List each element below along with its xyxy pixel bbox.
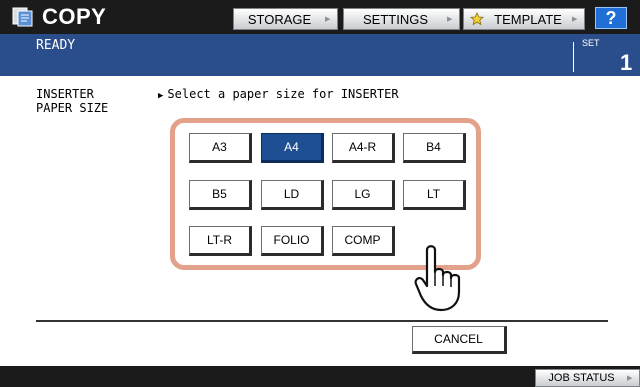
set-value: 1 xyxy=(620,50,633,75)
size-button-comp[interactable]: COMP xyxy=(332,226,395,256)
storage-button[interactable]: STORAGE ▶ xyxy=(233,8,338,30)
chevron-right-icon: ▶ xyxy=(572,16,578,23)
cancel-button[interactable]: CANCEL xyxy=(412,326,507,354)
settings-button-label: SETTINGS xyxy=(362,11,428,27)
settings-button[interactable]: SETTINGS ▶ xyxy=(343,8,460,30)
triangle-right-icon: ▶ xyxy=(158,91,164,101)
field-label-line2: PAPER SIZE xyxy=(36,101,109,115)
app-title: COPY xyxy=(42,4,107,29)
help-button[interactable]: ? xyxy=(595,7,627,29)
divider xyxy=(573,42,574,72)
size-button-b4[interactable]: B4 xyxy=(403,133,466,163)
chevron-right-icon: ▶ xyxy=(627,375,633,382)
size-button-a4-r[interactable]: A4-R xyxy=(332,133,395,163)
size-button-b5[interactable]: B5 xyxy=(189,180,252,210)
divider-line xyxy=(36,320,608,322)
set-label: SET xyxy=(582,38,600,48)
size-button-lt-r[interactable]: LT-R xyxy=(189,226,252,256)
status-bar: READY SET 1 xyxy=(0,34,640,76)
size-button-lg[interactable]: LG xyxy=(332,180,395,210)
pointer-hand-icon xyxy=(414,245,461,312)
field-label-line1: INSERTER xyxy=(36,87,94,101)
star-icon xyxy=(470,12,484,26)
template-button[interactable]: TEMPLATE ▶ xyxy=(463,8,585,30)
chevron-right-icon: ▶ xyxy=(447,16,453,23)
size-button-a4[interactable]: A4 xyxy=(261,133,324,163)
size-button-folio[interactable]: FOLIO xyxy=(261,226,324,256)
chevron-right-icon: ▶ xyxy=(325,16,331,23)
size-button-lt[interactable]: LT xyxy=(403,180,466,210)
field-label: INSERTER PAPER SIZE xyxy=(36,87,108,115)
job-status-button[interactable]: JOB STATUS ▶ xyxy=(535,369,640,387)
template-button-label: TEMPLATE xyxy=(494,11,562,27)
top-bar: COPY STORAGE ▶ SETTINGS ▶ TEMPLATE ▶ ? xyxy=(0,0,640,34)
size-button-ld[interactable]: LD xyxy=(261,180,324,210)
status-text: READY xyxy=(36,38,76,53)
instruction-text: Select a paper size for INSERTER xyxy=(167,87,399,101)
copy-icon xyxy=(12,7,33,27)
job-status-label: JOB STATUS xyxy=(548,372,615,384)
storage-button-label: STORAGE xyxy=(247,11,312,27)
size-button-a3[interactable]: A3 xyxy=(189,133,252,163)
instruction: ▶ Select a paper size for INSERTER xyxy=(158,87,399,101)
